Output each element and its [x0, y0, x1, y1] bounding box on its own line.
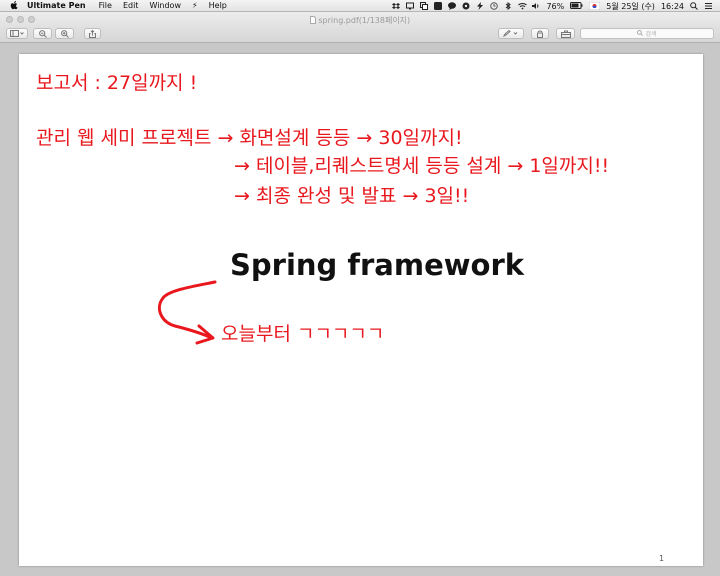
menu-file[interactable]: File	[99, 1, 112, 10]
battery-icon[interactable]	[570, 2, 583, 10]
rotate-icon	[536, 30, 544, 38]
chat-icon[interactable]	[448, 2, 457, 10]
battery-percent[interactable]: 76%	[546, 2, 564, 11]
wifi-icon[interactable]	[518, 2, 528, 10]
share-button[interactable]	[84, 28, 101, 39]
toolbox-icon	[560, 30, 571, 38]
volume-icon[interactable]	[532, 2, 540, 10]
time-text[interactable]: 16:24	[661, 2, 684, 11]
note-line-table: → 테이블,리퀘스트명세 등등 설계 → 1일까지!!	[234, 155, 610, 177]
window-title: spring.pdf(1/138페이지)	[0, 15, 720, 26]
toolbox-button[interactable]	[556, 28, 575, 39]
zoom-in-icon	[60, 29, 69, 38]
note-line-final: → 최종 완성 및 발표 → 3일!!	[234, 185, 470, 207]
status-tray: 76% 5월 25일 (수) 16:24	[392, 0, 712, 12]
menu-edit[interactable]: Edit	[123, 1, 139, 10]
menu-help[interactable]: Help	[209, 1, 227, 10]
pdf-page: 보고서 : 27일까지 ! 관리 웹 세미 프로젝트 → 화면설계 등등 → 3…	[19, 54, 703, 566]
apple-icon[interactable]	[9, 1, 19, 11]
share-icon	[89, 29, 96, 38]
zoom-out-icon	[38, 29, 47, 38]
rotate-button[interactable]	[531, 28, 549, 39]
window-titlebar: spring.pdf(1/138페이지) 검색	[0, 12, 720, 43]
spotlight-icon[interactable]	[690, 2, 698, 10]
menu-window[interactable]: Window	[149, 1, 181, 10]
menu-bar: Ultimate Pen File Edit Window ⚡ Help 76%…	[0, 0, 720, 12]
page-heading: Spring framework	[230, 248, 525, 282]
search-field[interactable]: 검색	[580, 28, 714, 39]
copy-icon[interactable]	[420, 2, 429, 10]
app-menu[interactable]: Ultimate Pen	[27, 1, 86, 10]
flag-icon[interactable]	[589, 1, 601, 11]
notifications-icon[interactable]	[704, 2, 712, 10]
search-icon	[637, 29, 644, 38]
screen-icon[interactable]	[406, 2, 415, 10]
markup-button[interactable]	[498, 28, 524, 39]
bluetooth-icon[interactable]	[504, 2, 512, 10]
handwritten-arrow-icon	[158, 280, 217, 345]
window-title-text: spring.pdf(1/138페이지)	[318, 16, 411, 25]
stack-icon[interactable]	[434, 2, 443, 10]
dropbox-icon[interactable]	[392, 2, 401, 10]
sidebar-icon	[10, 30, 24, 37]
zoom-in-button[interactable]	[55, 28, 74, 39]
note-line-today: 오늘부터 ㄱㄱㄱㄱㄱ	[221, 323, 385, 345]
pen-icon	[503, 30, 519, 37]
page-number: 1	[659, 554, 665, 563]
document-icon	[309, 16, 316, 26]
note-line-project: 관리 웹 세미 프로젝트 → 화면설계 등등 → 30일까지!	[36, 127, 463, 149]
search-placeholder: 검색	[645, 31, 657, 38]
time-machine-icon[interactable]	[490, 2, 499, 10]
note-line-report: 보고서 : 27일까지 !	[36, 72, 198, 94]
date-text[interactable]: 5월 25일 (수)	[606, 1, 655, 12]
zoom-out-button[interactable]	[33, 28, 52, 39]
bolt-icon[interactable]	[476, 2, 484, 10]
settings-icon[interactable]	[462, 2, 470, 10]
pen-tool-icon[interactable]: ⚡	[192, 1, 198, 10]
sidebar-toggle-button[interactable]	[6, 28, 28, 39]
